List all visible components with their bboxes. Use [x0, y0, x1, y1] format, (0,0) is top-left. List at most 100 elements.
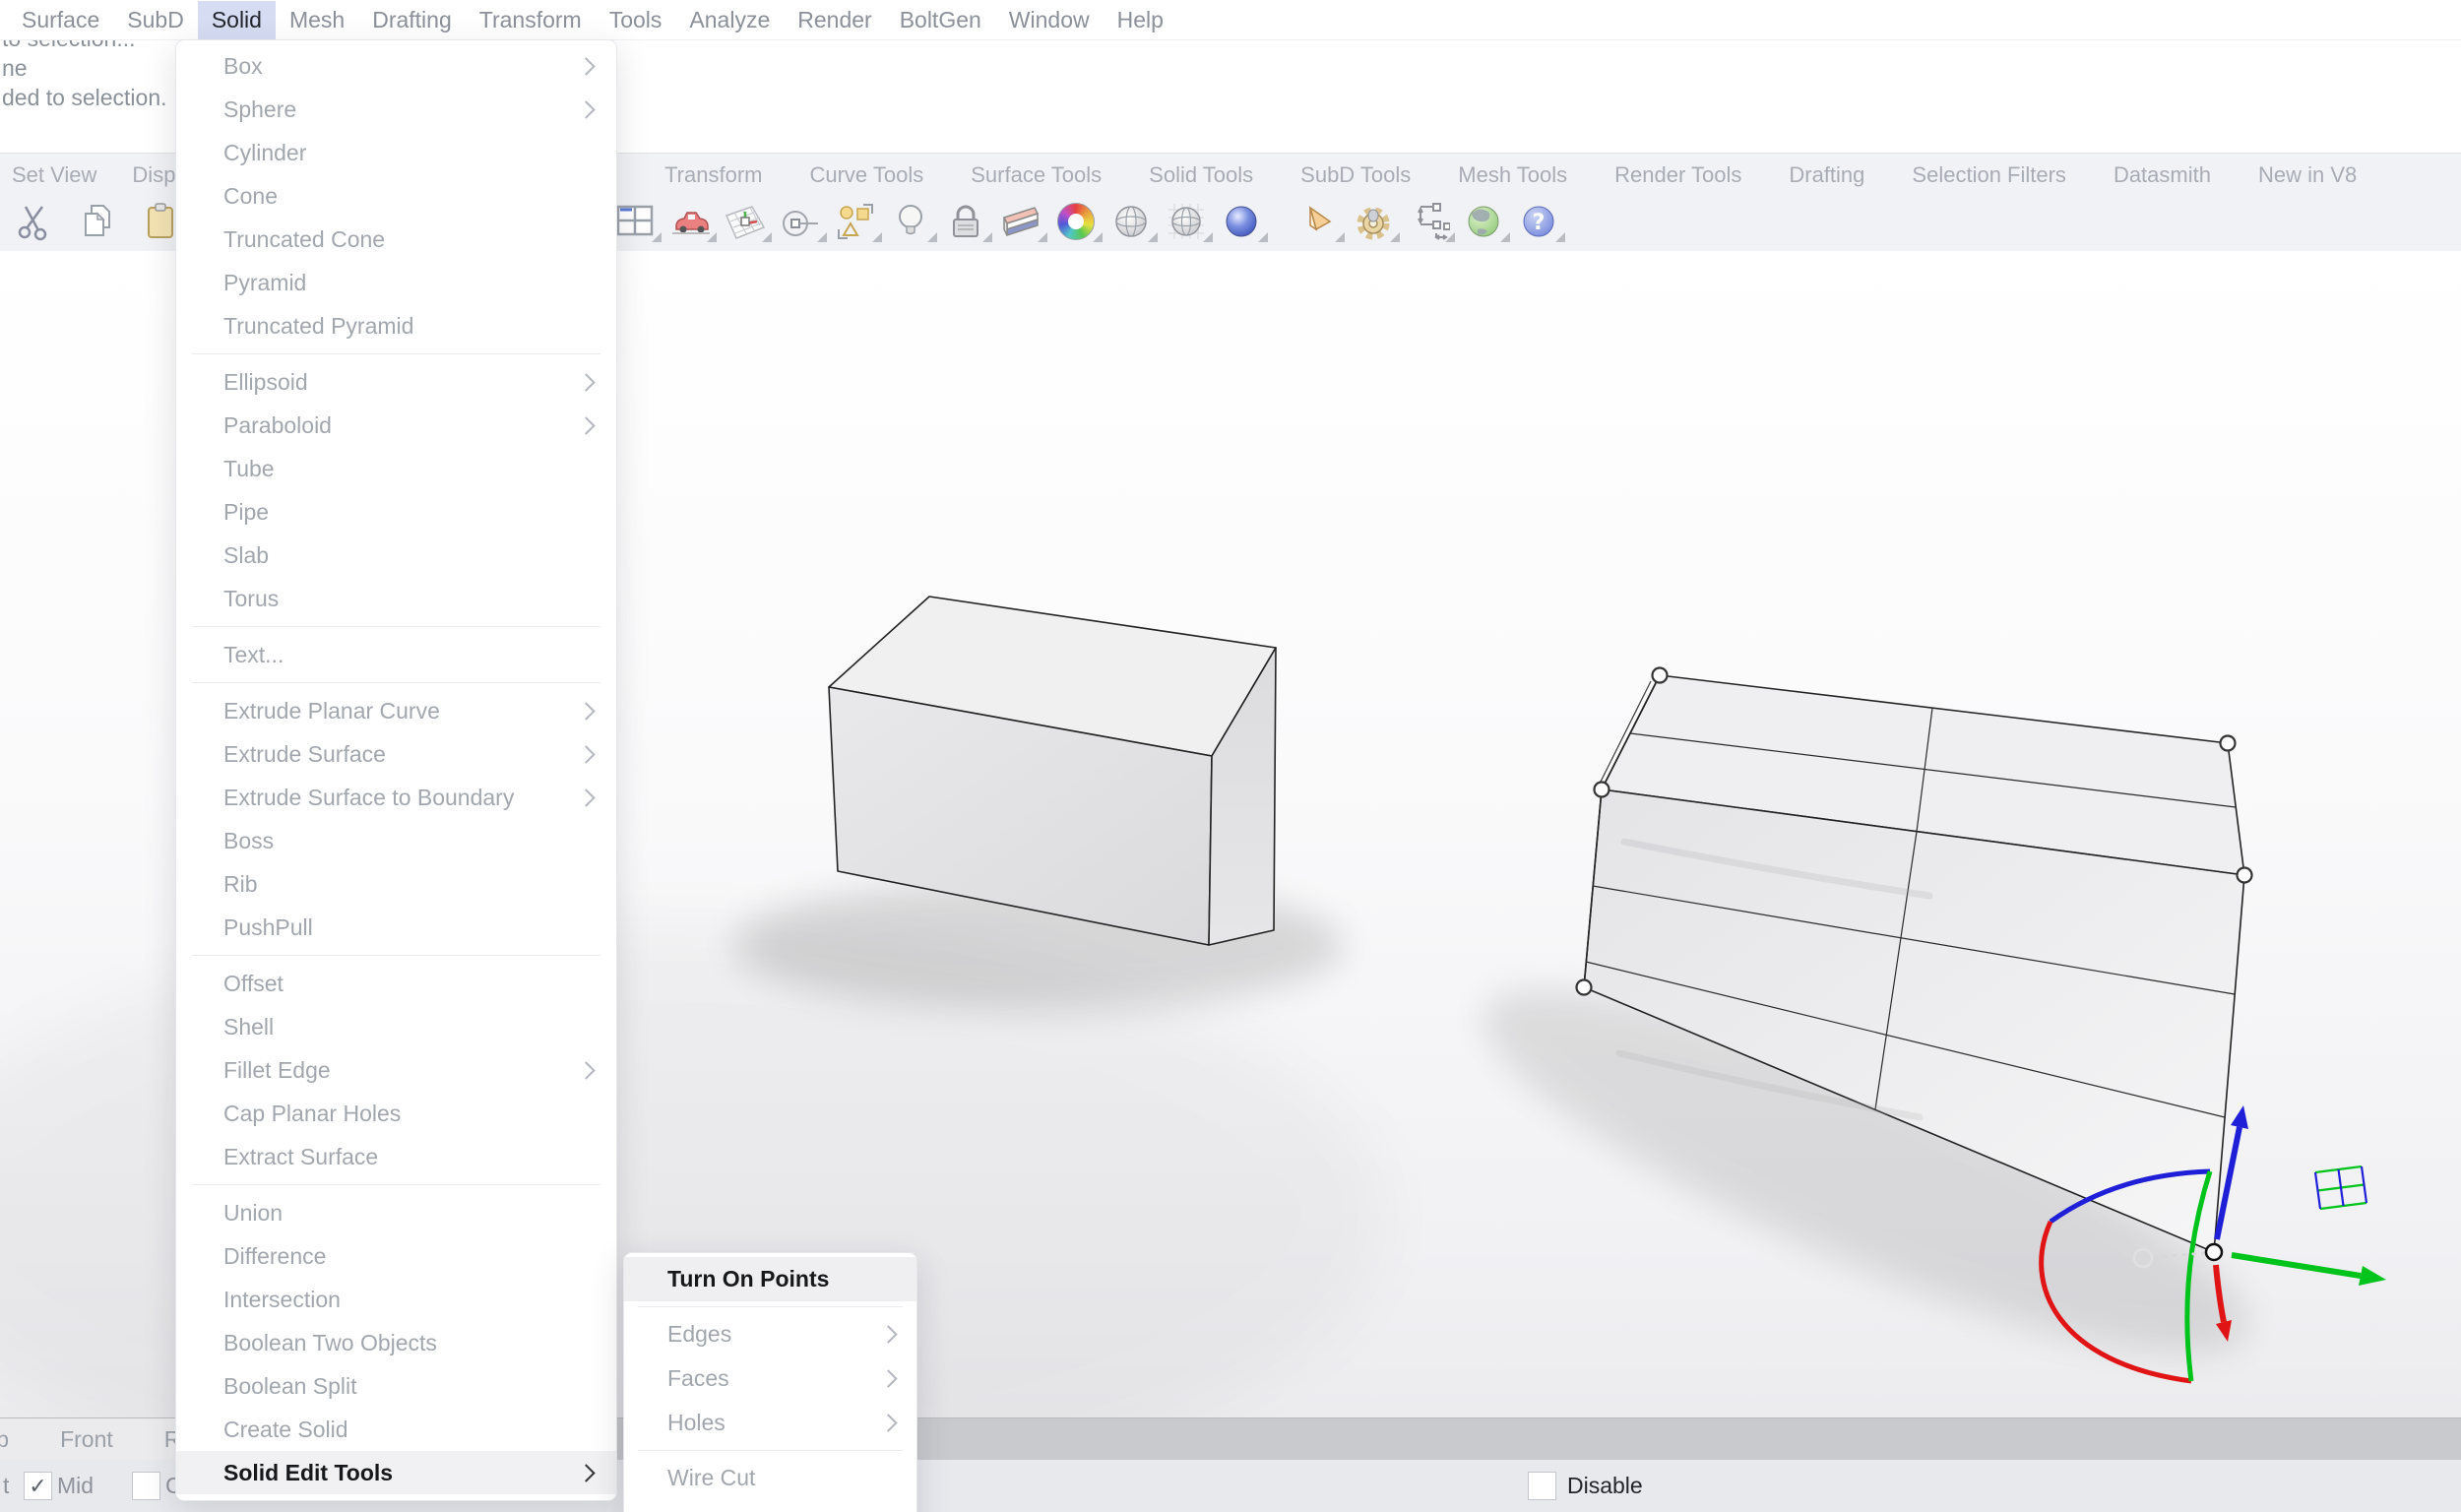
- earth-icon[interactable]: [1461, 199, 1506, 244]
- menubar-item-subd[interactable]: SubD: [113, 1, 198, 39]
- cone-icon[interactable]: [1295, 199, 1341, 244]
- submenu-chevron-icon: [577, 373, 595, 391]
- solid-menu-item-boss: Boss: [176, 819, 616, 862]
- viewport-tab-front[interactable]: Front: [60, 1426, 113, 1453]
- solid-menu-item-rib: Rib: [176, 862, 616, 906]
- solid-menu-item-label-truncated-pyramid: Truncated Pyramid: [223, 313, 599, 340]
- lock-icon[interactable]: [943, 199, 988, 244]
- rhino-window: SurfaceSubDSolidMeshDraftingTransformToo…: [0, 0, 2461, 1512]
- gumball-plane-handle[interactable]: [2315, 1166, 2366, 1209]
- viewport-tab-top[interactable]: Top: [0, 1426, 9, 1453]
- solid-menu-item-boolean-two-objects: Boolean Two Objects: [176, 1321, 616, 1364]
- menubar-item-surface[interactable]: Surface: [8, 1, 113, 39]
- help-icon[interactable]: ?: [1516, 199, 1561, 244]
- solid-menu-item-cone: Cone: [176, 174, 616, 218]
- solid-menu-item-boolean-split: Boolean Split: [176, 1364, 616, 1408]
- solid-menu-item-label-extrude-surface: Extrude Surface: [223, 741, 580, 768]
- solid-menu-item-sphere: Sphere: [176, 88, 616, 131]
- submenu-chevron-icon: [577, 1464, 595, 1481]
- osnap-checkbox-cen[interactable]: [132, 1472, 160, 1500]
- gumball-y-arrowhead[interactable]: [2359, 1266, 2386, 1286]
- toolbar-tab-solid-tools[interactable]: Solid Tools: [1149, 162, 1253, 188]
- solid-menu-item-label-box: Box: [223, 53, 580, 80]
- solid-menu-item-label-cone: Cone: [223, 183, 599, 210]
- toolbar-tab-drafting[interactable]: Drafting: [1789, 162, 1864, 188]
- solid-menu-item-shell: Shell: [176, 1005, 616, 1048]
- solid-edit-item-label-turn-on-points: Turn On Points: [667, 1266, 901, 1292]
- wireframe-sphere-icon[interactable]: [1164, 199, 1209, 244]
- menubar-item-solid[interactable]: Solid: [198, 1, 276, 39]
- menubar-item-tools[interactable]: Tools: [596, 1, 676, 39]
- gumball-z-arrowhead[interactable]: [2231, 1105, 2248, 1129]
- center-snap-icon[interactable]: [778, 199, 823, 244]
- gear-icon[interactable]: [1351, 199, 1396, 244]
- menubar-item-drafting[interactable]: Drafting: [358, 1, 466, 39]
- rendered-sphere-icon[interactable]: [1219, 199, 1264, 244]
- menu-separator: [192, 955, 600, 956]
- solid-menu-item-truncated-cone: Truncated Cone: [176, 218, 616, 261]
- menubar-item-boltgen[interactable]: BoltGen: [886, 1, 995, 39]
- menubar-item-mesh[interactable]: Mesh: [276, 1, 358, 39]
- solid-menu-item-label-cylinder: Cylinder: [223, 140, 599, 166]
- selection-filter-icon[interactable]: [833, 199, 878, 244]
- solid-menu-item-label-cap-planar-holes: Cap Planar Holes: [223, 1101, 599, 1127]
- toolbar-tab-new-in-v8[interactable]: New in V8: [2258, 162, 2357, 188]
- solid-menu-item-label-fillet-edge: Fillet Edge: [223, 1057, 580, 1084]
- toolbar-tab-mesh-tools[interactable]: Mesh Tools: [1458, 162, 1567, 188]
- toolbar-tab-selection-filters[interactable]: Selection Filters: [1912, 162, 2066, 188]
- solid-menu-item-solid-edit-tools[interactable]: Solid Edit Tools: [176, 1451, 616, 1494]
- solid-menu-item-label-text: Text...: [223, 642, 599, 668]
- solid-edit-item-faces: Faces: [624, 1356, 916, 1401]
- osnap-checkbox-mid[interactable]: ✓: [24, 1472, 52, 1500]
- toolbar-tab-transform[interactable]: Transform: [664, 162, 762, 188]
- solid-menu-item-torus: Torus: [176, 577, 616, 620]
- color-wheel-icon[interactable]: [1053, 199, 1099, 244]
- layer-cake-icon[interactable]: [998, 199, 1043, 244]
- gumball-y-axis-arrow[interactable]: [2232, 1255, 2361, 1276]
- solid-menu-item-truncated-pyramid: Truncated Pyramid: [176, 304, 616, 347]
- menu-separator: [192, 1184, 600, 1185]
- disable-label: Disable: [1567, 1473, 1643, 1499]
- cplane-grid-icon[interactable]: [723, 199, 768, 244]
- menu-separator: [192, 353, 600, 354]
- toolbar-tab-set-view[interactable]: Set View: [12, 162, 96, 188]
- solid-menu-item-union: Union: [176, 1191, 616, 1234]
- toolbar-tab-surface-tools[interactable]: Surface Tools: [971, 162, 1102, 188]
- solid-menu-item-pushpull: PushPull: [176, 906, 616, 949]
- menubar-item-help[interactable]: Help: [1104, 1, 1177, 39]
- solid-menu-item-tube: Tube: [176, 447, 616, 490]
- toolbar-tab-datasmith[interactable]: Datasmith: [2114, 162, 2211, 188]
- gumball-origin[interactable]: [2206, 1244, 2222, 1260]
- solid-edit-item-wire-cut: Wire Cut: [624, 1456, 916, 1500]
- submenu-chevron-icon: [879, 1414, 897, 1431]
- solid-edit-item-label-faces: Faces: [667, 1365, 882, 1392]
- solid-menu-item-label-difference: Difference: [223, 1243, 599, 1270]
- menubar-item-analyze[interactable]: Analyze: [675, 1, 784, 39]
- menubar-item-transform[interactable]: Transform: [466, 1, 596, 39]
- disable-checkbox[interactable]: [1528, 1472, 1556, 1500]
- solid-menu-item-paraboloid: Paraboloid: [176, 404, 616, 447]
- menubar-item-window[interactable]: Window: [995, 1, 1104, 39]
- submenu-chevron-icon: [577, 745, 595, 763]
- submenu-chevron-icon: [879, 1325, 897, 1343]
- toolbar-tab-curve-tools[interactable]: Curve Tools: [809, 162, 923, 188]
- viewport-layout-icon[interactable]: [612, 199, 658, 244]
- toolbar-tab-render-tools[interactable]: Render Tools: [1614, 162, 1741, 188]
- solid-edit-item-label-holes: Holes: [667, 1410, 882, 1436]
- cut-scissors-icon[interactable]: [12, 199, 57, 244]
- dimension-icon[interactable]: [1406, 199, 1451, 244]
- solid-edit-item-turn-on-points[interactable]: Turn On Points: [624, 1257, 916, 1301]
- edit-icon-group: [12, 199, 183, 244]
- light-bulb-icon[interactable]: [888, 199, 933, 244]
- copy-icon[interactable]: [75, 199, 120, 244]
- clipped-osnap-label: t: [3, 1473, 9, 1499]
- solid-menu-item-label-truncated-cone: Truncated Cone: [223, 226, 599, 253]
- solid-edit-item-edges: Edges: [624, 1312, 916, 1356]
- solid-menu-item-label-sphere: Sphere: [223, 96, 580, 123]
- solid-menu-item-text: Text...: [176, 633, 616, 676]
- toolbar-tab-subd-tools[interactable]: SubD Tools: [1300, 162, 1411, 188]
- solid-menu-item-label-boolean-split: Boolean Split: [223, 1373, 599, 1400]
- car-icon[interactable]: [667, 199, 713, 244]
- menubar-item-render[interactable]: Render: [784, 1, 885, 39]
- shaded-sphere-icon[interactable]: [1108, 199, 1154, 244]
